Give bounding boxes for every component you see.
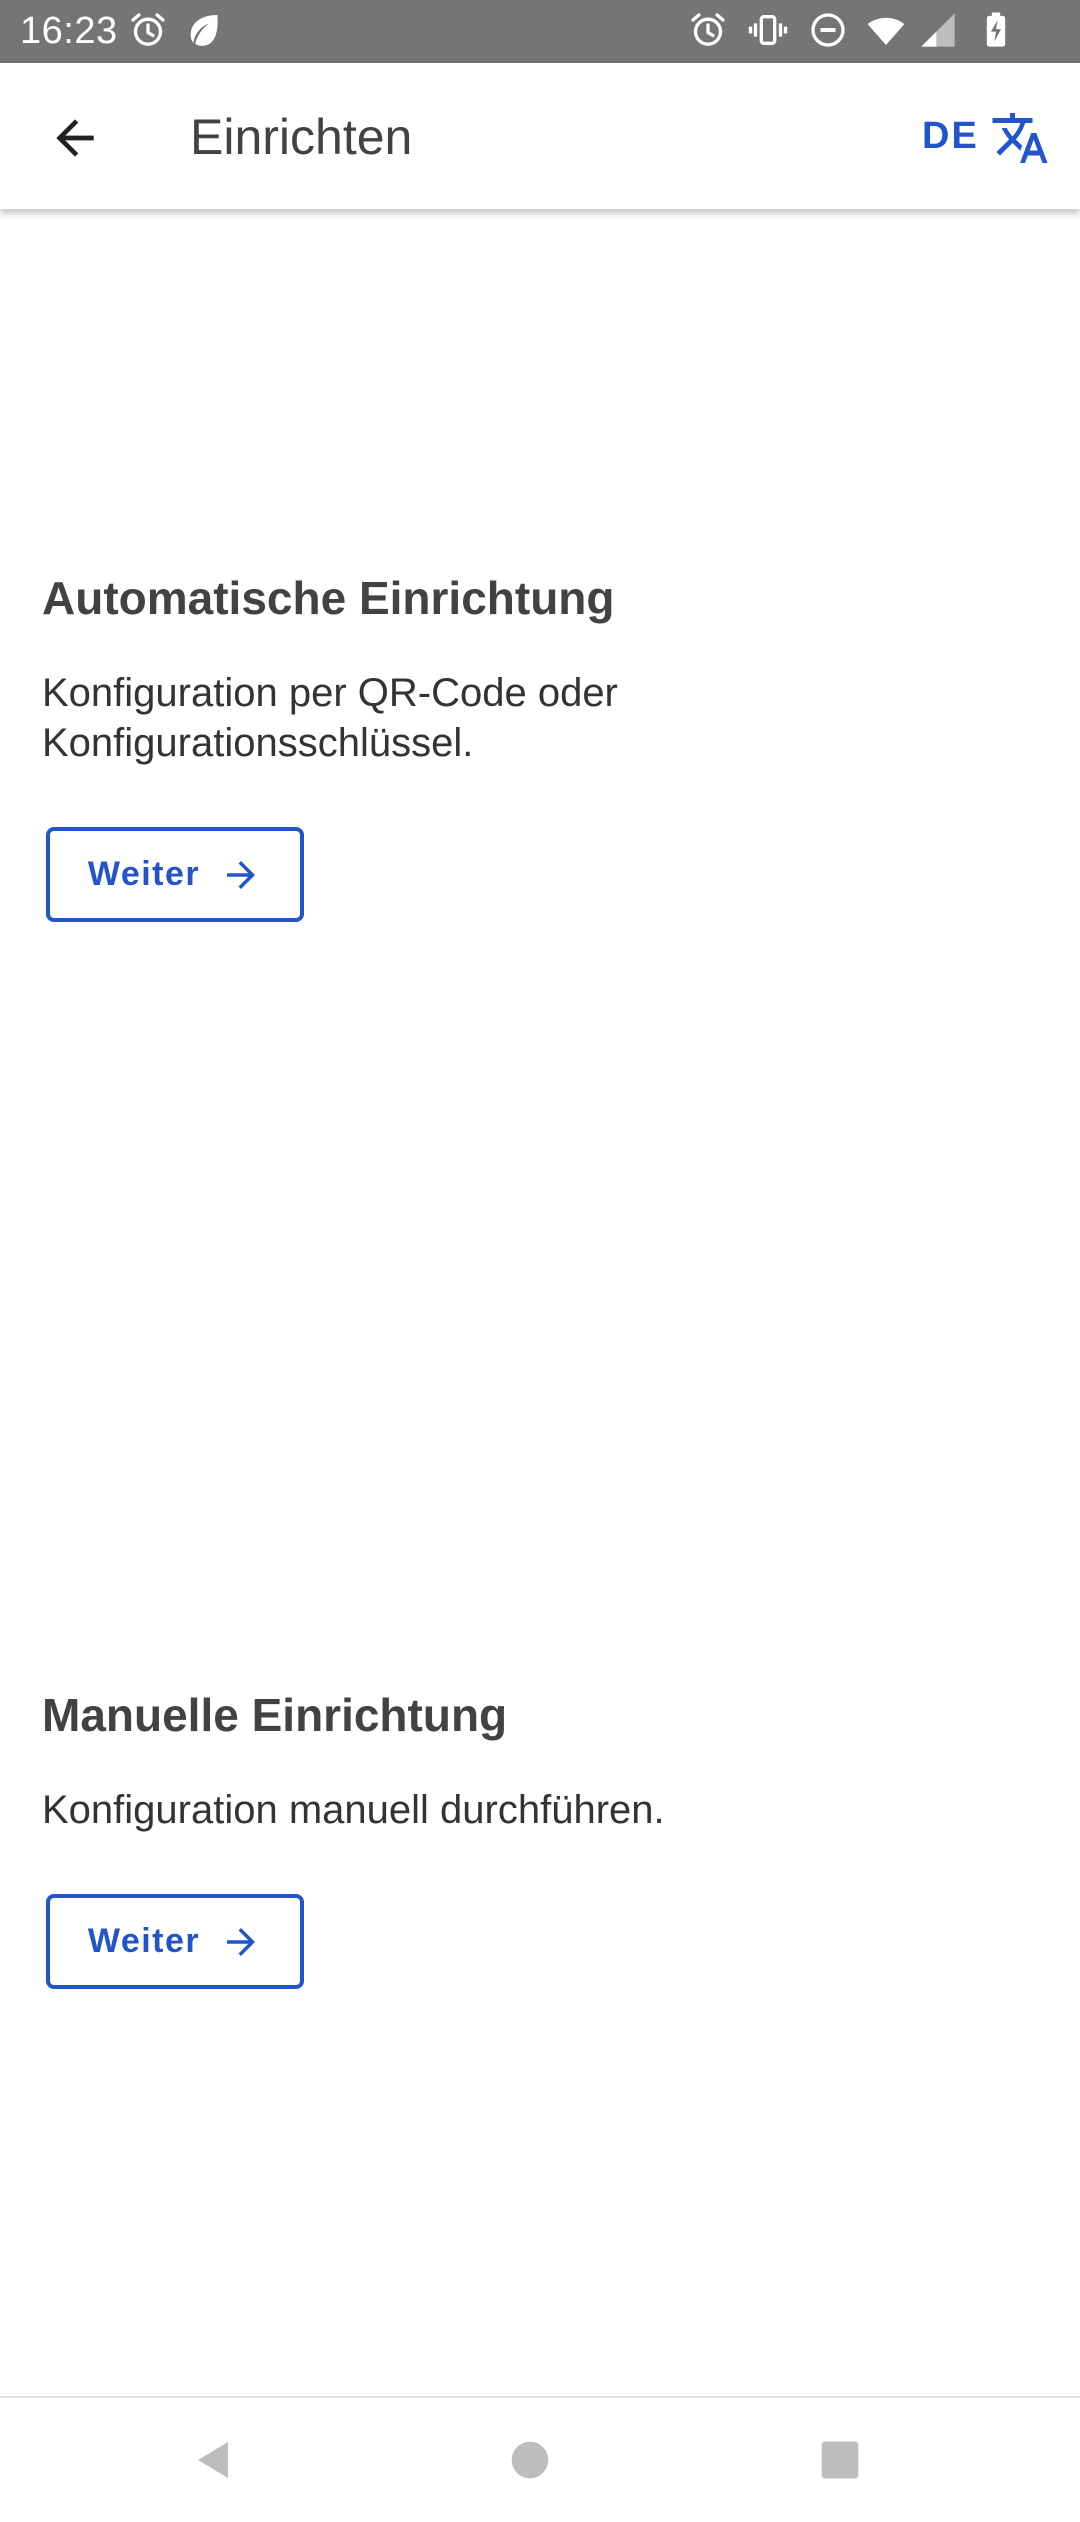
back-button[interactable] [40, 103, 110, 173]
system-navigation-bar [0, 2396, 1080, 2522]
wifi-icon [867, 17, 905, 45]
automatic-setup-title: Automatische Einrichtung [42, 572, 615, 624]
automatic-setup-section: Automatische Einrichtung Konfiguration p… [42, 570, 1042, 768]
app-bar: Einrichten DE [0, 63, 1080, 209]
nav-home-button[interactable] [498, 2428, 562, 2492]
nav-back-icon [198, 2442, 228, 2478]
alarm-icon [131, 13, 165, 46]
battery-charging-icon [986, 12, 1006, 47]
automatic-setup-description: Konfiguration per QR-Code oder Konfigura… [42, 668, 1042, 768]
signal-icon [921, 13, 955, 47]
manual-setup-next-label: Weiter [87, 1922, 201, 1960]
manual-setup-description: Konfiguration manuell durchführen. [42, 1788, 665, 1832]
arrow-forward-icon [227, 1927, 256, 1956]
alarm-icon [691, 13, 725, 46]
page-title: Einrichten [190, 109, 413, 165]
manual-setup-section: Manuelle Einrichtung Konfiguration manue… [42, 1687, 1042, 1835]
automatic-setup-description-line-2: Konfigurationsschlüssel. [42, 721, 474, 765]
arrow-forward-icon [227, 860, 256, 889]
vibrate-icon [748, 15, 788, 45]
manual-setup-title: Manuelle Einrichtung [42, 1689, 508, 1741]
nav-home-icon [511, 2441, 549, 2479]
translate-icon[interactable] [990, 108, 1050, 168]
nav-recents-button[interactable] [808, 2428, 872, 2492]
automatic-setup-next-button[interactable]: Weiter [46, 827, 304, 922]
nav-recents-icon [821, 2441, 859, 2479]
do-not-disturb-icon [811, 13, 845, 47]
arrow-back-icon [56, 119, 94, 157]
manual-setup-next-button[interactable]: Weiter [46, 1894, 304, 1989]
nav-back-button[interactable] [182, 2428, 246, 2492]
status-time: 16:23 [20, 10, 118, 52]
leaf-icon [190, 15, 218, 46]
status-bar: 16:23 [0, 0, 1080, 63]
automatic-setup-description-line-1: Konfiguration per QR-Code oder [42, 671, 618, 715]
language-selector[interactable]: DE [922, 111, 979, 161]
automatic-setup-next-label: Weiter [87, 855, 201, 893]
